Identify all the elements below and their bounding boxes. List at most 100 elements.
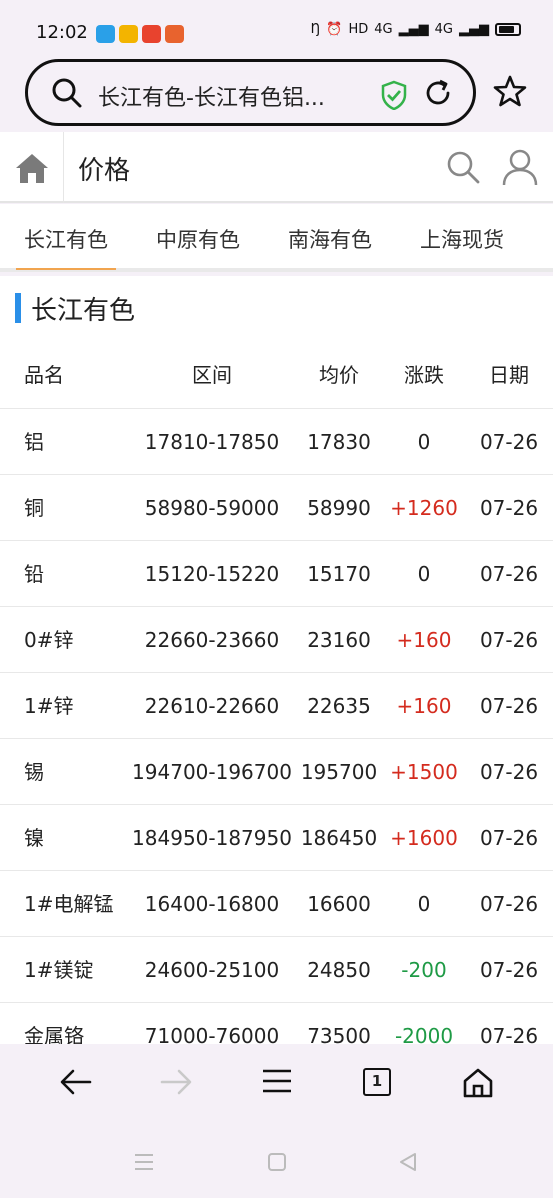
cell-range: 16400-16800 bbox=[144, 892, 280, 916]
status-time: 12:02 bbox=[36, 22, 88, 43]
cell-avg: 23160 bbox=[307, 628, 371, 652]
forward-icon[interactable] bbox=[160, 1068, 192, 1096]
cell-date: 07-26 bbox=[479, 628, 539, 652]
table-row[interactable]: 1#锌 22610-22660 22635 +160 07-26 bbox=[0, 672, 553, 738]
page-title: 价格 bbox=[78, 156, 131, 186]
cell-name: 1#锌 bbox=[24, 694, 74, 718]
market-tabs: 长江有色 中原有色 南海有色 上海现货 bbox=[0, 204, 553, 272]
header-name: 品名 bbox=[24, 363, 64, 387]
cell-change: +160 bbox=[396, 628, 452, 652]
cell-range: 194700-196700 bbox=[132, 760, 292, 784]
cell-name: 金属铬 bbox=[24, 1024, 84, 1044]
cell-range: 22610-22660 bbox=[144, 694, 280, 718]
cell-range: 17810-17850 bbox=[144, 430, 280, 454]
system-nav-bar bbox=[0, 1122, 553, 1198]
cell-date: 07-26 bbox=[479, 496, 539, 520]
signal-4g-label: 4G bbox=[374, 22, 393, 37]
notification-app-icon bbox=[165, 25, 184, 43]
cell-date: 07-26 bbox=[479, 826, 539, 850]
cell-date: 07-26 bbox=[479, 430, 539, 454]
table-row[interactable]: 铜 58980-59000 58990 +1260 07-26 bbox=[0, 474, 553, 540]
tab-count: 1 bbox=[371, 1072, 383, 1090]
user-icon[interactable] bbox=[502, 148, 538, 186]
url-text[interactable]: 长江有色-长江有色铝... bbox=[98, 80, 325, 112]
table-row[interactable]: 0#锌 22660-23660 23160 +160 07-26 bbox=[0, 606, 553, 672]
header-date: 日期 bbox=[489, 363, 529, 387]
cell-change: +1260 bbox=[390, 496, 458, 520]
table-row[interactable]: 铝 17810-17850 17830 0 07-26 bbox=[0, 408, 553, 474]
back-triangle-icon[interactable] bbox=[398, 1152, 418, 1172]
cell-date: 07-26 bbox=[479, 958, 539, 982]
home-icon[interactable] bbox=[462, 1068, 494, 1098]
menu-icon[interactable] bbox=[262, 1068, 292, 1094]
section-title-text: 长江有色 bbox=[31, 295, 136, 326]
table-row[interactable]: 铅 15120-15220 15170 0 07-26 bbox=[0, 540, 553, 606]
status-bar: 12:02 Ŋ ⏰ HD 4G ▂▄▆ 4G ▂▄▆ bbox=[0, 0, 553, 62]
cell-date: 07-26 bbox=[479, 694, 539, 718]
cell-avg: 186450 bbox=[300, 826, 378, 850]
notification-app-icon bbox=[96, 25, 115, 43]
search-icon bbox=[52, 78, 82, 108]
system-icons: Ŋ ⏰ HD 4G ▂▄▆ 4G ▂▄▆ bbox=[311, 22, 521, 37]
nfc-icon: Ŋ bbox=[310, 22, 321, 37]
header-change: 涨跌 bbox=[404, 363, 444, 387]
cell-name: 0#锌 bbox=[24, 628, 74, 652]
header-range: 区间 bbox=[192, 363, 232, 387]
tab-nanhai[interactable]: 南海有色 bbox=[288, 224, 372, 254]
shield-check-icon[interactable] bbox=[380, 80, 408, 110]
cell-name: 铝 bbox=[24, 430, 44, 454]
table-header: 品名 区间 均价 涨跌 日期 bbox=[0, 342, 553, 408]
cell-change: +160 bbox=[396, 694, 452, 718]
network-type-label: HD bbox=[348, 22, 369, 37]
table-row[interactable]: 1#电解锰 16400-16800 16600 0 07-26 bbox=[0, 870, 553, 936]
tab-changjiang[interactable]: 长江有色 bbox=[16, 224, 116, 270]
cell-range: 58980-59000 bbox=[144, 496, 280, 520]
cell-avg: 195700 bbox=[300, 760, 378, 784]
cell-avg: 73500 bbox=[307, 1024, 371, 1044]
alarm-icon: ⏰ bbox=[326, 22, 343, 37]
cell-change: +1500 bbox=[390, 760, 458, 784]
cell-date: 07-26 bbox=[479, 760, 539, 784]
home-button[interactable] bbox=[0, 132, 64, 203]
url-bar[interactable]: 长江有色-长江有色铝... bbox=[25, 59, 476, 126]
cell-range: 15120-15220 bbox=[144, 562, 280, 586]
cell-name: 锡 bbox=[24, 760, 44, 784]
tabs-button[interactable]: 1 bbox=[363, 1068, 391, 1096]
cell-name: 铜 bbox=[24, 496, 44, 520]
cell-name: 铅 bbox=[24, 562, 44, 586]
search-icon[interactable] bbox=[446, 150, 480, 184]
table-row[interactable]: 镍 184950-187950 186450 +1600 07-26 bbox=[0, 804, 553, 870]
cell-name: 1#电解锰 bbox=[24, 892, 114, 916]
cell-change: +1600 bbox=[390, 826, 458, 850]
cell-range: 24600-25100 bbox=[144, 958, 280, 982]
cell-date: 07-26 bbox=[479, 562, 539, 586]
tab-zhongyuan[interactable]: 中原有色 bbox=[156, 224, 240, 254]
table-row[interactable]: 金属铬 71000-76000 73500 -2000 07-26 bbox=[0, 1002, 553, 1044]
cell-date: 07-26 bbox=[479, 1024, 539, 1044]
browser-bottom-nav: 1 bbox=[0, 1044, 553, 1122]
cell-avg: 16600 bbox=[307, 892, 371, 916]
cell-avg: 58990 bbox=[307, 496, 371, 520]
cell-range: 22660-23660 bbox=[144, 628, 280, 652]
notification-app-icon bbox=[142, 25, 161, 43]
home-square-icon[interactable] bbox=[267, 1152, 287, 1172]
signal-icon: ▂▄▆ bbox=[398, 22, 429, 37]
table-row[interactable]: 锡 194700-196700 195700 +1500 07-26 bbox=[0, 738, 553, 804]
back-icon[interactable] bbox=[60, 1068, 92, 1096]
cell-avg: 15170 bbox=[307, 562, 371, 586]
cell-change: -2000 bbox=[394, 1024, 454, 1044]
cell-range: 184950-187950 bbox=[132, 826, 292, 850]
notification-app-icon bbox=[119, 25, 138, 43]
tab-shanghai[interactable]: 上海现货 bbox=[420, 224, 504, 254]
star-icon[interactable] bbox=[493, 74, 527, 108]
cell-name: 镍 bbox=[24, 826, 44, 850]
battery-icon bbox=[495, 23, 521, 36]
cell-date: 07-26 bbox=[479, 892, 539, 916]
cell-change: 0 bbox=[417, 562, 431, 586]
signal-4g-label: 4G bbox=[434, 22, 453, 37]
reload-icon[interactable] bbox=[423, 78, 453, 108]
recents-icon[interactable] bbox=[134, 1152, 154, 1172]
notification-icons bbox=[96, 25, 184, 43]
cell-change: 0 bbox=[417, 430, 431, 454]
table-row[interactable]: 1#镁锭 24600-25100 24850 -200 07-26 bbox=[0, 936, 553, 1002]
